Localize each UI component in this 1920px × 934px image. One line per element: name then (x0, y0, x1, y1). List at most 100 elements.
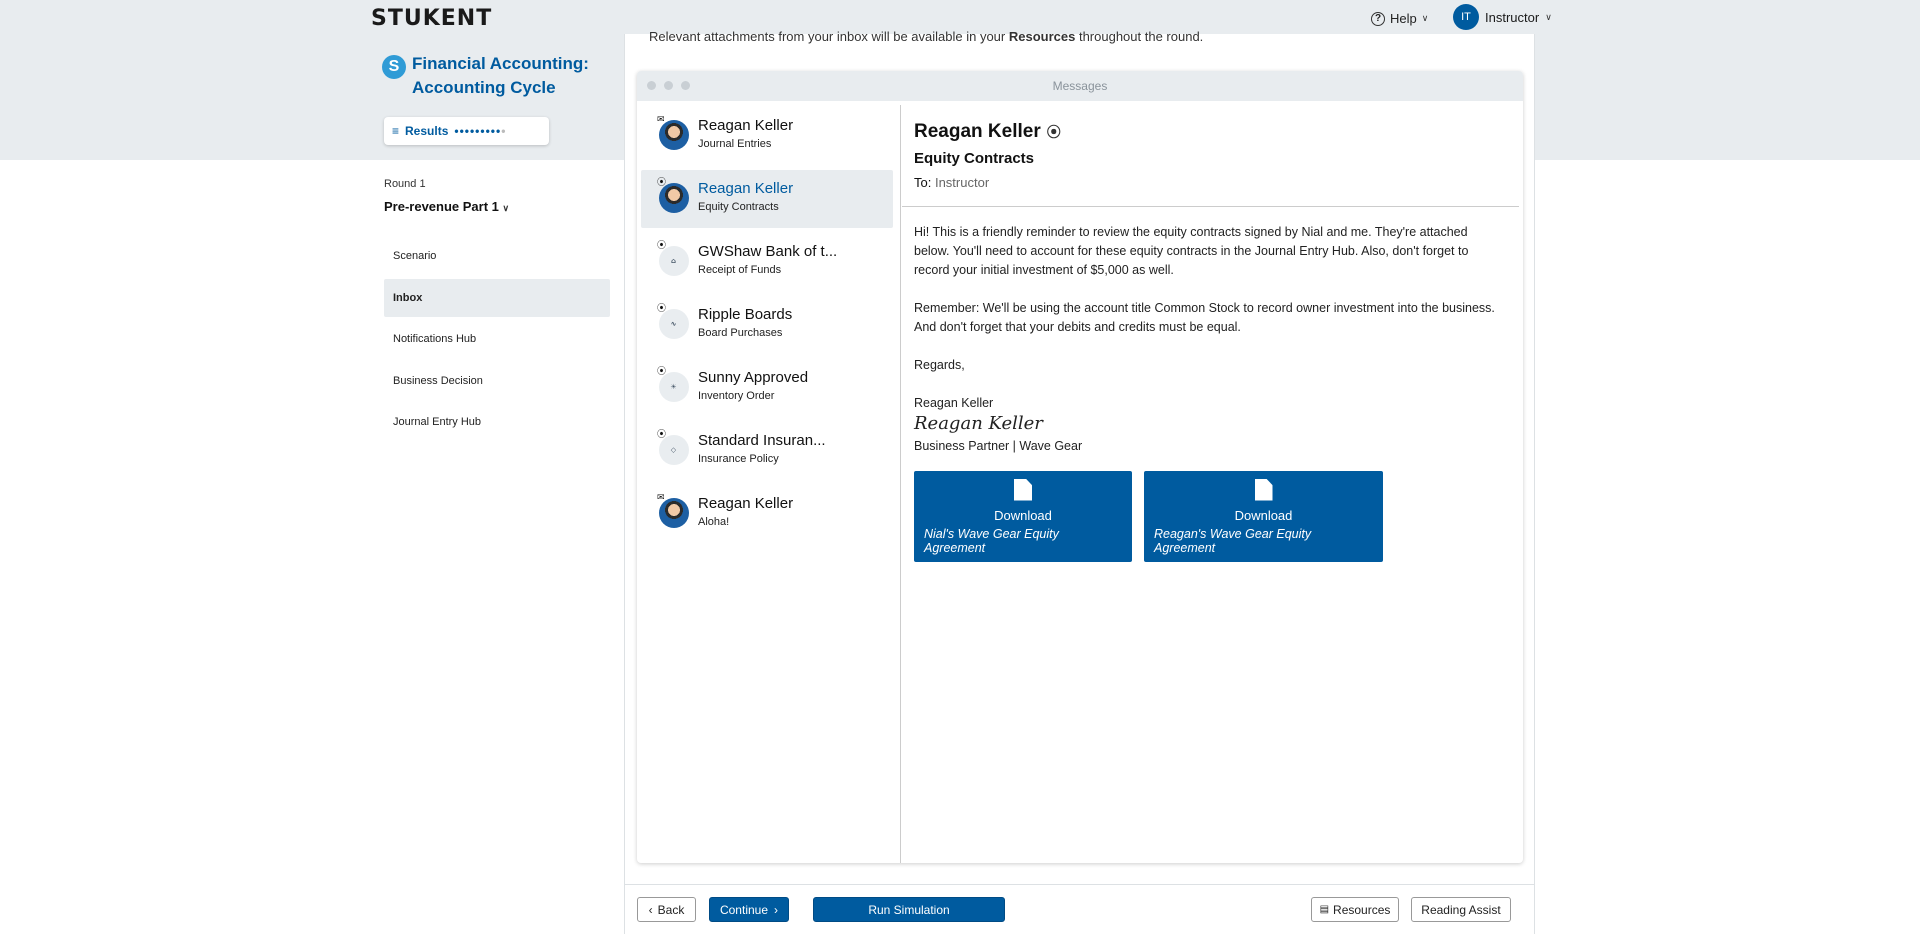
paperclip-icon: ⦿ (1046, 124, 1061, 140)
user-name: Instructor (1485, 9, 1540, 25)
body-paragraph: Remember: We'll be using the account tit… (914, 301, 1495, 334)
messages-window: Messages ✉ Reagan Keller Journal Entries… (637, 71, 1523, 863)
part-label: Pre-revenue Part 1 (384, 199, 499, 214)
stukent-logo[interactable]: STUKENT (371, 6, 492, 31)
footer-divider (624, 884, 1535, 885)
note-text: Relevant attachments from your inbox wil… (649, 29, 1006, 44)
chevron-down-icon: ∨ (1421, 13, 1429, 23)
help-icon: ? (1371, 11, 1385, 26)
list-item[interactable]: ⦿ Reagan Keller Equity Contracts (641, 170, 893, 228)
document-icon (1014, 478, 1032, 501)
message-subject: Receipt of Funds (698, 264, 782, 276)
message-sender: Standard Insuran... (698, 432, 826, 449)
list-item[interactable]: ✉ Reagan Keller Journal Entries (641, 107, 893, 165)
user-menu[interactable]: IT Instructor ∨ (1453, 4, 1552, 30)
chevron-right-icon: › (774, 902, 779, 917)
download-filename: Reagan's Wave Gear Equity Agreement (1154, 526, 1312, 555)
back-label: Back (657, 902, 685, 917)
download-nial-agreement-button[interactable]: Download Nial's Wave Gear Equity Agreeme… (914, 471, 1132, 562)
course-header: S Financial Accounting: Accounting Cycle (382, 52, 592, 100)
list-item[interactable]: ✉ Reagan Keller Aloha! (641, 485, 893, 543)
course-logo-icon: S (382, 55, 406, 79)
list-item[interactable]: ⦿ ∿ Ripple Boards Board Purchases (641, 296, 893, 354)
sidebar-item-scenario[interactable]: Scenario (384, 237, 610, 275)
list-item[interactable]: ⦿ ⌂ GWShaw Bank of t... Receipt of Funds (641, 233, 893, 291)
message-subject: Inventory Order (698, 390, 775, 402)
message-subject: Journal Entries (698, 138, 772, 150)
book-icon: ▤ (1319, 904, 1330, 915)
message-sender: Reagan Keller (698, 180, 794, 197)
sidebar-nav: Scenario Inbox Notifications Hub Busines… (384, 237, 610, 445)
to-value: Instructor (934, 175, 990, 190)
avatar (659, 183, 689, 213)
sign-title: Business Partner | Wave Gear (914, 439, 1083, 453)
results-label: Results (405, 124, 449, 138)
message-body: Hi! This is a friendly reminder to revie… (914, 223, 1504, 456)
resources-button[interactable]: ▤ Resources (1311, 897, 1399, 922)
message-sender: Reagan Keller (698, 117, 794, 134)
signature-image: Reagan Keller (914, 413, 1043, 434)
bank-logo-icon: ⌂ (659, 246, 689, 276)
reader-recipient: To: Instructor (914, 175, 989, 190)
course-title[interactable]: Financial Accounting: Accounting Cycle (412, 52, 592, 100)
attachments: Download Nial's Wave Gear Equity Agreeme… (914, 471, 1383, 562)
message-sender: GWShaw Bank of t... (698, 243, 838, 260)
document-icon (1254, 478, 1273, 501)
message-subject: Aloha! (698, 516, 730, 528)
progress-dots-icon: •••••••••• (454, 124, 507, 138)
message-subject: Board Purchases (698, 327, 783, 339)
sunny-logo-icon: ☀ (659, 372, 689, 402)
chevron-left-icon: ‹ (648, 902, 653, 917)
part-selector[interactable]: Pre-revenue Part 1 ∨ (384, 199, 509, 214)
sidebar-item-journal-entry-hub[interactable]: Journal Entry Hub (384, 403, 610, 441)
menu-icon: ≡ (392, 124, 400, 138)
reader-subject: Equity Contracts (914, 150, 1035, 167)
results-button[interactable]: ≡ Results •••••••••• (384, 117, 549, 145)
avatar (659, 120, 689, 150)
message-subject: Insurance Policy (698, 453, 779, 465)
inbox-list: ✉ Reagan Keller Journal Entries ⦿ Reagan… (637, 105, 901, 863)
body-paragraph: Regards, (914, 358, 965, 372)
message-sender: Ripple Boards (698, 306, 793, 323)
message-reader: Reagan Keller ⦿ Equity Contracts To: Ins… (902, 105, 1523, 863)
avatar: IT (1453, 4, 1479, 30)
sidebar-item-notifications-hub[interactable]: Notifications Hub (384, 320, 610, 358)
back-button[interactable]: ‹ Back (637, 897, 696, 922)
messages-titlebar: Messages (637, 71, 1523, 101)
download-filename: Nial's Wave Gear Equity Agreement (924, 526, 1059, 555)
note-text-end: throughout the round. (1078, 29, 1204, 44)
list-item[interactable]: ⦿ ◇ Standard Insuran... Insurance Policy (641, 422, 893, 480)
messages-title: Messages (1052, 79, 1108, 93)
help-label: Help (1390, 11, 1417, 26)
message-sender: Reagan Keller (698, 495, 794, 512)
download-label: Download (994, 507, 1052, 523)
chevron-down-icon: ∨ (502, 203, 510, 213)
continue-button[interactable]: Continue › (709, 897, 789, 922)
body-paragraph: Hi! This is a friendly reminder to revie… (914, 225, 1469, 277)
reader-sender: Reagan Keller (914, 121, 1041, 142)
message-sender: Sunny Approved (698, 369, 809, 386)
avatar (659, 498, 689, 528)
continue-label: Continue (719, 902, 769, 917)
reader-sender-row: Reagan Keller ⦿ (914, 121, 1061, 143)
message-subject: Equity Contracts (698, 201, 779, 213)
to-label: To: (914, 175, 932, 190)
chevron-down-icon: ∨ (1545, 11, 1552, 22)
run-simulation-button[interactable]: Run Simulation (813, 897, 1005, 922)
window-controls (647, 81, 690, 90)
download-reagan-agreement-button[interactable]: Download Reagan's Wave Gear Equity Agree… (1144, 471, 1383, 562)
resources-label: Resources (1333, 902, 1391, 917)
divider (902, 206, 1519, 207)
attachments-note: Relevant attachments from your inbox wil… (649, 29, 1203, 44)
sidebar-item-inbox[interactable]: Inbox (384, 278, 610, 317)
round-label: Round 1 (384, 178, 426, 190)
insurance-logo-icon: ◇ (659, 435, 689, 465)
download-label: Download (1234, 507, 1293, 523)
list-item[interactable]: ⦿ ☀ Sunny Approved Inventory Order (641, 359, 893, 417)
sign-name: Reagan Keller (914, 396, 994, 410)
reading-assist-button[interactable]: Reading Assist (1411, 897, 1511, 922)
note-bold: Resources (1008, 29, 1076, 44)
sidebar-item-business-decision[interactable]: Business Decision (384, 362, 610, 400)
help-menu[interactable]: ? Help ∨ (1371, 11, 1428, 26)
ripple-logo-icon: ∿ (659, 309, 689, 339)
